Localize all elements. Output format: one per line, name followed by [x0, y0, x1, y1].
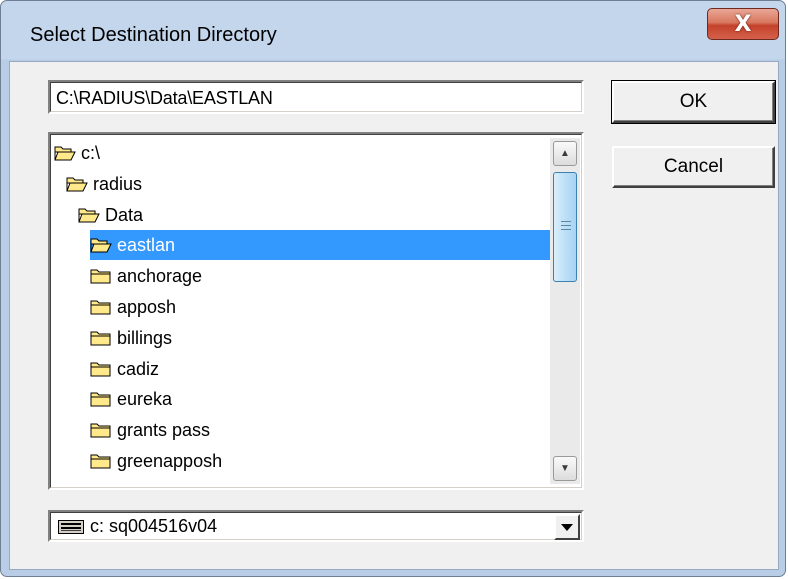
directory-list-box[interactable]: c:\ radius Data eastlan anchorage apposh billi…: [48, 132, 584, 490]
directory-item-label: cadiz: [117, 358, 160, 379]
scroll-up-arrow-icon: ▲: [560, 148, 570, 159]
closed-folder-icon: [90, 423, 111, 438]
closed-folder-icon: [90, 392, 111, 407]
open-folder-icon: [66, 177, 88, 192]
cancel-button[interactable]: Cancel: [612, 146, 775, 188]
ok-button[interactable]: OK: [611, 80, 776, 124]
directory-item[interactable]: Data: [78, 200, 143, 230]
directory-item-label: Data: [105, 204, 144, 225]
close-button[interactable]: X: [707, 8, 779, 40]
cancel-button-label: Cancel: [663, 156, 724, 177]
open-folder-icon: [54, 146, 76, 161]
directory-item[interactable]: apposh: [90, 292, 176, 322]
closed-folder-icon: [90, 269, 111, 284]
directory-item-selected[interactable]: eastlan: [90, 230, 550, 260]
drive-dropdown-button[interactable]: [554, 514, 580, 540]
directory-item-label: greenapposh: [117, 450, 223, 471]
drive-select[interactable]: c: sq004516v04: [48, 510, 584, 542]
scroll-down-button[interactable]: ▼: [553, 456, 577, 481]
directory-item-label: c:\: [81, 142, 101, 163]
chevron-down-icon: [561, 523, 573, 531]
directory-item[interactable]: cadiz: [90, 354, 159, 384]
directory-item[interactable]: c:\: [54, 138, 100, 168]
ok-button-label: OK: [679, 91, 708, 112]
directory-item-label: billings: [117, 327, 173, 348]
scroll-up-button[interactable]: ▲: [553, 141, 577, 166]
directory-list[interactable]: c:\ radius Data eastlan anchorage apposh billi…: [54, 138, 550, 484]
directory-item-label: radius: [93, 173, 143, 194]
vertical-scrollbar[interactable]: ▲ ▼: [550, 138, 580, 484]
directory-item-label: apposh: [117, 296, 177, 317]
close-icon: X: [734, 11, 752, 37]
drive-icon: [58, 520, 84, 534]
closed-folder-icon: [90, 362, 111, 377]
directory-item[interactable]: radius: [66, 169, 142, 199]
closed-folder-icon: [90, 454, 111, 469]
dialog-client-area: OK Cancel c:\ radius Data eastlan anchorage a…: [9, 61, 779, 570]
directory-item-label: anchorage: [117, 265, 203, 286]
title-bar[interactable]: Select Destination Directory X: [0, 0, 788, 60]
directory-item-label: grants pass: [117, 419, 211, 440]
closed-folder-icon: [90, 331, 111, 346]
drive-select-value: c: sq004516v04: [90, 516, 218, 536]
directory-item[interactable]: anchorage: [90, 261, 202, 291]
scroll-thumb[interactable]: [553, 172, 577, 282]
window-title: Select Destination Directory: [30, 24, 277, 46]
path-input[interactable]: [56, 85, 576, 111]
open-folder-icon: [90, 238, 112, 253]
directory-item[interactable]: billings: [90, 323, 172, 353]
path-field[interactable]: [48, 80, 584, 114]
open-folder-icon: [78, 208, 100, 223]
directory-item[interactable]: greenapposh: [90, 446, 222, 476]
scroll-down-arrow-icon: ▼: [560, 463, 570, 474]
directory-item-label: eastlan: [117, 234, 176, 255]
directory-item-label: eureka: [117, 388, 173, 409]
closed-folder-icon: [90, 300, 111, 315]
directory-item[interactable]: eureka: [90, 384, 172, 414]
directory-item[interactable]: grants pass: [90, 415, 210, 445]
